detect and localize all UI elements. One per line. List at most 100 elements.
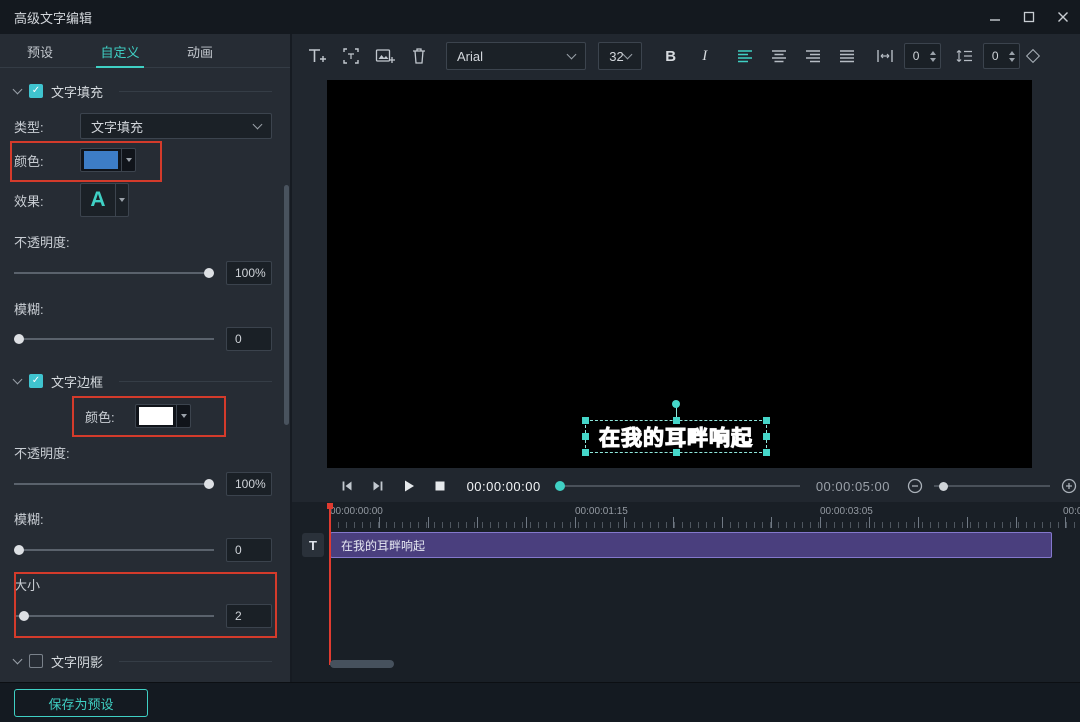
- section-text-shadow-header: 文字阴影: [14, 648, 272, 674]
- minimize-button[interactable]: [978, 0, 1012, 34]
- border-size-slider[interactable]: [14, 609, 214, 623]
- text-clip[interactable]: 在我的耳畔响起: [330, 532, 1052, 558]
- resize-handle-sw[interactable]: [582, 449, 589, 456]
- zoom-in-button[interactable]: [1058, 475, 1080, 497]
- align-center-button[interactable]: [766, 42, 792, 70]
- zoom-out-button[interactable]: [904, 475, 926, 497]
- timeline-ruler[interactable]: [330, 517, 1080, 528]
- fill-opacity-slider[interactable]: [14, 266, 214, 280]
- align-left-button[interactable]: [732, 42, 758, 70]
- border-size-label: 大小: [14, 575, 80, 594]
- slider-thumb[interactable]: [204, 268, 214, 278]
- border-opacity-slider[interactable]: [14, 477, 214, 491]
- align-right-button[interactable]: [800, 42, 826, 70]
- panel-scrollbar[interactable]: [284, 185, 289, 425]
- save-as-preset-button[interactable]: 保存为预设: [14, 689, 148, 717]
- border-size-value[interactable]: 2: [226, 604, 272, 628]
- triangle-down-icon: [126, 158, 132, 162]
- letter-spacing-input[interactable]: 0: [904, 43, 941, 69]
- letter-spacing-button: [872, 42, 898, 70]
- fill-opacity-row: 100%: [14, 260, 272, 286]
- slider-thumb[interactable]: [19, 611, 29, 621]
- font-size-select[interactable]: 32: [598, 42, 641, 70]
- fill-effect-picker[interactable]: A: [80, 183, 129, 217]
- resize-handle-ne[interactable]: [763, 417, 770, 424]
- fill-color-picker[interactable]: [80, 148, 136, 172]
- border-blur-slider[interactable]: [14, 543, 214, 557]
- slider-thumb[interactable]: [204, 479, 214, 489]
- text-border-checkbox[interactable]: ✓: [29, 374, 43, 388]
- resize-handle-e[interactable]: [763, 433, 770, 440]
- fill-blur-slider[interactable]: [14, 332, 214, 346]
- prev-frame-button[interactable]: [336, 475, 357, 497]
- text-track-icon: T: [302, 533, 324, 557]
- resize-handle-nw[interactable]: [582, 417, 589, 424]
- bottom-bar: 保存为预设: [0, 682, 1080, 722]
- keyframe-button[interactable]: [1020, 42, 1046, 70]
- italic-button[interactable]: I: [692, 42, 718, 70]
- slider-thumb[interactable]: [14, 334, 24, 344]
- bold-button[interactable]: B: [658, 42, 684, 70]
- slider-thumb[interactable]: [14, 545, 24, 555]
- tab-presets[interactable]: 预设: [0, 34, 80, 68]
- preview-text[interactable]: 在我的耳畔响起: [586, 421, 766, 452]
- zoom-slider-thumb[interactable]: [939, 482, 948, 491]
- playback-bar: 00:00:00:00 00:00:05:00: [292, 470, 1080, 502]
- resize-handle-n[interactable]: [673, 417, 680, 424]
- title-bar: 高级文字编辑: [0, 0, 1080, 34]
- fill-opacity-value[interactable]: 100%: [226, 261, 272, 285]
- maximize-button[interactable]: [1012, 0, 1046, 34]
- text-selection-box[interactable]: 在我的耳畔响起: [585, 420, 767, 453]
- fill-type-select[interactable]: 文字填充: [80, 113, 272, 139]
- spinner-arrows[interactable]: [930, 51, 936, 62]
- play-button[interactable]: [398, 475, 419, 497]
- collapse-chevron-icon[interactable]: [13, 374, 23, 384]
- chevron-down-icon: [567, 49, 577, 59]
- ruler-label: 00:00:0: [1063, 506, 1080, 517]
- add-image-button[interactable]: [372, 42, 398, 70]
- playhead[interactable]: [329, 503, 331, 665]
- tab-custom[interactable]: 自定义: [80, 34, 160, 68]
- add-text-button[interactable]: [304, 42, 330, 70]
- align-justify-button[interactable]: [834, 42, 860, 70]
- delete-button[interactable]: [406, 42, 432, 70]
- section-text-fill-header: ✓ 文字填充: [14, 78, 272, 104]
- fill-opacity-label-row: 不透明度:: [14, 232, 272, 250]
- text-fill-checkbox[interactable]: ✓: [29, 84, 43, 98]
- border-blur-value[interactable]: 0: [226, 538, 272, 562]
- border-opacity-value[interactable]: 100%: [226, 472, 272, 496]
- border-color-picker[interactable]: [135, 404, 191, 428]
- text-box-button[interactable]: [338, 42, 364, 70]
- border-color-row: 颜色:: [85, 403, 272, 429]
- resize-handle-se[interactable]: [763, 449, 770, 456]
- line-spacing-input[interactable]: 0: [983, 43, 1020, 69]
- video-canvas[interactable]: 在我的耳畔响起: [327, 80, 1032, 468]
- stop-button[interactable]: [429, 475, 450, 497]
- seek-thumb[interactable]: [555, 481, 565, 491]
- next-frame-button[interactable]: [367, 475, 388, 497]
- border-opacity-row: 100%: [14, 471, 272, 497]
- resize-handle-s[interactable]: [673, 449, 680, 456]
- fill-blur-value[interactable]: 0: [226, 327, 272, 351]
- divider: [119, 381, 272, 382]
- collapse-chevron-icon[interactable]: [13, 654, 23, 664]
- text-add-icon: [307, 47, 327, 65]
- tab-animation[interactable]: 动画: [160, 34, 240, 68]
- collapse-chevron-icon[interactable]: [13, 84, 23, 94]
- total-timecode: 00:00:05:00: [816, 479, 890, 494]
- border-opacity-label: 不透明度:: [14, 443, 80, 462]
- divider: [119, 661, 272, 662]
- zoom-slider[interactable]: [934, 480, 1050, 492]
- seek-bar[interactable]: [555, 480, 800, 492]
- divider: [119, 91, 272, 92]
- swatch-dropdown-arrow[interactable]: [176, 405, 190, 427]
- text-shadow-checkbox[interactable]: [29, 654, 43, 668]
- resize-handle-w[interactable]: [582, 433, 589, 440]
- rotation-handle[interactable]: [672, 400, 680, 408]
- effect-dropdown-arrow[interactable]: [115, 184, 128, 216]
- close-button[interactable]: [1046, 0, 1080, 34]
- swatch-dropdown-arrow[interactable]: [121, 149, 135, 171]
- spinner-arrows[interactable]: [1009, 51, 1015, 62]
- font-family-select[interactable]: Arial: [446, 42, 586, 70]
- timeline-scrollbar[interactable]: [330, 660, 394, 668]
